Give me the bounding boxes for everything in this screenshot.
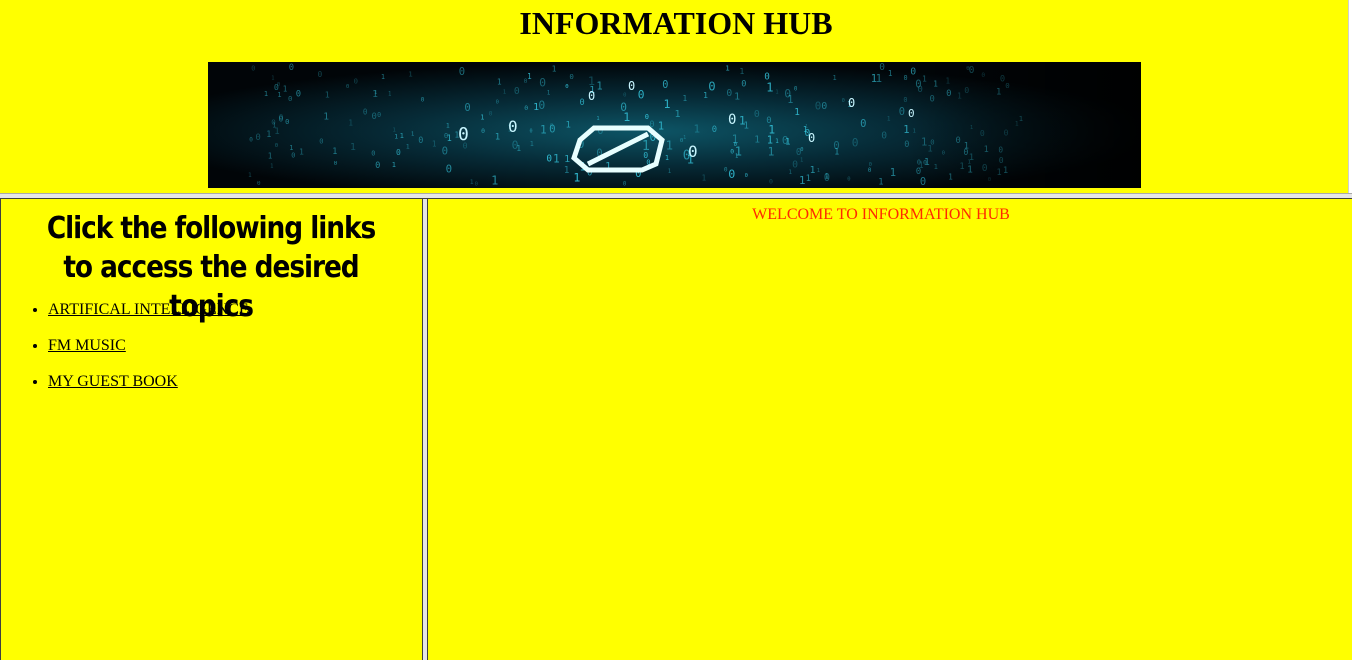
binary-code-graphic: 1100110110101110000100010011100101001001… bbox=[208, 62, 1141, 188]
topic-link-list: ARTIFICAL INTELLIGENCE FM MUSIC MY GUEST… bbox=[0, 301, 249, 409]
content-frame: WELCOME TO INFORMATION HUB bbox=[428, 199, 1352, 660]
welcome-message: WELCOME TO INFORMATION HUB bbox=[752, 206, 1010, 223]
navigation-frame: Click the following links to access the … bbox=[0, 199, 422, 660]
site-title: INFORMATION HUB bbox=[519, 5, 833, 41]
header-frame: INFORMATION HUB 110011011010111 bbox=[0, 0, 1352, 193]
link-artificial-intelligence[interactable]: ARTIFICAL INTELLIGENCE bbox=[48, 301, 249, 318]
list-item: ARTIFICAL INTELLIGENCE bbox=[48, 301, 249, 337]
frameset-page: INFORMATION HUB 110011011010111 bbox=[0, 0, 1352, 660]
banner-image: 1100110110101110000100010011100101001001… bbox=[208, 62, 1141, 188]
link-fm-music[interactable]: FM MUSIC bbox=[48, 337, 126, 354]
list-item: MY GUEST BOOK bbox=[48, 373, 249, 409]
link-guest-book[interactable]: MY GUEST BOOK bbox=[48, 373, 178, 390]
list-item: FM MUSIC bbox=[48, 337, 249, 373]
header-scrollbar-edge bbox=[1348, 0, 1352, 193]
